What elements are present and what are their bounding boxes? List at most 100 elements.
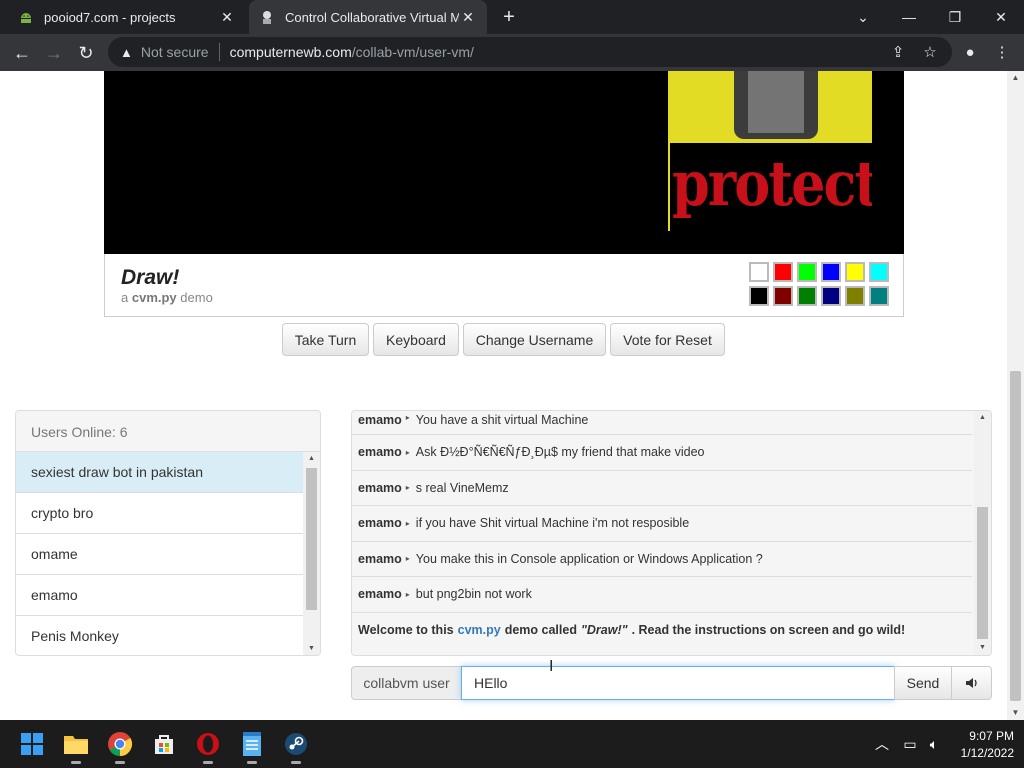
chat-text: Ask Đ½Đ°Ñ€Ñ€ÑƒĐ¸Đµ$ my friend that make … xyxy=(415,445,705,460)
text-cursor-icon: I xyxy=(549,658,554,675)
chat-message: emamo ▸ You have a shit virtual Machine xyxy=(352,411,972,435)
scroll-down-arrow-icon[interactable]: ▼ xyxy=(1007,706,1024,720)
volume-icon[interactable] xyxy=(951,666,992,700)
page-scrollbar[interactable]: ▲ ▼ xyxy=(1007,71,1024,720)
file-explorer-icon[interactable] xyxy=(62,730,90,764)
color-swatch[interactable] xyxy=(821,262,841,282)
vm-display[interactable]: protection xyxy=(104,71,904,254)
color-swatch[interactable] xyxy=(869,286,889,306)
scroll-up-arrow-icon[interactable]: ▲ xyxy=(1007,71,1024,85)
chat-text: s real VineMemz xyxy=(415,480,509,495)
restore-button[interactable]: ❐ xyxy=(932,0,978,34)
scroll-down-arrow-icon[interactable]: ▼ xyxy=(303,642,320,655)
tab-collabvm[interactable]: Control Collaborative Virtual Machine ✕ xyxy=(249,0,487,34)
user-list-item[interactable]: Penis Monkey xyxy=(16,616,304,655)
new-tab-button[interactable]: + xyxy=(498,6,520,28)
welcome-post: . Read the instructions on screen and go… xyxy=(631,623,906,638)
scroll-up-arrow-icon[interactable]: ▲ xyxy=(974,411,991,425)
users-online-panel: Users Online: 6 sexiest draw bot in paki… xyxy=(15,410,321,656)
share-icon[interactable]: ⇪ xyxy=(888,42,908,62)
close-icon[interactable]: ✕ xyxy=(218,8,236,26)
tray-chevron-icon[interactable]: ︿ xyxy=(872,734,892,754)
chat-text: but png2bin not work xyxy=(415,587,532,602)
subtitle-prefix: a xyxy=(121,290,129,305)
minimize-button[interactable]: — xyxy=(886,0,932,34)
scrollbar-thumb[interactable] xyxy=(306,468,317,610)
draw-subtitle: a cvm.py demo xyxy=(121,290,213,305)
browser-tab-strip: pooiod7.com - projects ✕ Control Collabo… xyxy=(0,0,1024,34)
reload-icon[interactable]: ↻ xyxy=(72,39,100,67)
color-palette xyxy=(749,262,891,306)
keyboard-button[interactable]: Keyboard xyxy=(373,323,459,356)
tab-pooiod7[interactable]: pooiod7.com - projects ✕ xyxy=(8,0,246,34)
user-list-item[interactable]: sexiest draw bot in pakistan xyxy=(16,452,304,493)
forward-icon[interactable]: → xyxy=(40,39,68,67)
scroll-down-arrow-icon[interactable]: ▼ xyxy=(974,641,991,655)
caret-right-icon: ▸ xyxy=(405,589,410,599)
change-username-button[interactable]: Change Username xyxy=(463,323,606,356)
chat-text: You have a shit virtual Machine xyxy=(415,413,589,427)
store-icon[interactable] xyxy=(150,730,178,758)
color-swatch[interactable] xyxy=(773,286,793,306)
url-host: computernewb.com xyxy=(229,44,352,60)
color-swatch[interactable] xyxy=(845,286,865,306)
users-scrollbar[interactable]: ▲ ▼ xyxy=(303,452,320,655)
chat-message: emamo ▸ s real VineMemz xyxy=(352,471,972,506)
back-icon[interactable]: ← xyxy=(8,39,36,67)
color-swatch[interactable] xyxy=(797,262,817,282)
chat-input[interactable] xyxy=(461,666,895,700)
chat-username: emamo xyxy=(358,516,402,531)
caret-right-icon: ▸ xyxy=(405,413,410,422)
chat-text: if you have Shit virtual Machine i'm not… xyxy=(415,516,690,531)
notepad-icon[interactable] xyxy=(238,730,266,764)
color-swatch[interactable] xyxy=(749,262,769,282)
welcome-message: Welcome to this cvm.py demo called "Draw… xyxy=(352,613,972,649)
menu-kebab-icon[interactable]: ⋮ xyxy=(992,42,1012,62)
color-swatch[interactable] xyxy=(797,286,817,306)
art-figure-highlight xyxy=(748,71,804,133)
steam-icon[interactable] xyxy=(282,730,310,764)
chat-message: emamo ▸ Ask Đ½Đ°Ñ€Ñ€ÑƒĐ¸Đµ$ my friend that… xyxy=(352,435,972,471)
user-list-item[interactable]: emamo xyxy=(16,575,304,616)
user-list-item[interactable]: crypto bro xyxy=(16,493,304,534)
send-button[interactable]: Send xyxy=(894,666,952,700)
network-icon[interactable]: ▭ xyxy=(900,734,920,754)
chat-scrollbar[interactable]: ▲ ▼ xyxy=(974,411,991,655)
chat-username: emamo xyxy=(358,480,402,495)
color-swatch[interactable] xyxy=(869,262,889,282)
chat-text: You make this in Console application or … xyxy=(415,551,763,566)
clock-date: 1/12/2022 xyxy=(960,746,1014,760)
scrollbar-thumb[interactable] xyxy=(1010,371,1021,701)
color-swatch[interactable] xyxy=(845,262,865,282)
tab-search-icon[interactable]: ⌄ xyxy=(840,0,886,34)
welcome-pre: Welcome to this xyxy=(358,623,454,638)
users-online-header: Users Online: 6 xyxy=(16,411,320,452)
close-icon[interactable]: ✕ xyxy=(459,8,477,26)
bookmark-star-icon[interactable]: ☆ xyxy=(920,42,940,62)
color-swatch[interactable] xyxy=(821,286,841,306)
color-swatch[interactable] xyxy=(749,286,769,306)
scrollbar-thumb[interactable] xyxy=(977,507,988,639)
windows-start-icon[interactable] xyxy=(18,730,46,758)
vote-reset-button[interactable]: Vote for Reset xyxy=(610,323,725,356)
chat-message: emamo ▸ You make this in Console applicati… xyxy=(352,542,972,577)
chrome-icon[interactable] xyxy=(106,730,134,764)
opera-icon[interactable] xyxy=(194,730,222,764)
chat-panel: emamo ▸ You have a shit virtual Machine em… xyxy=(351,410,992,656)
android-icon xyxy=(18,9,34,25)
take-turn-button[interactable]: Take Turn xyxy=(282,323,369,356)
cvm-link[interactable]: cvm.py xyxy=(458,623,501,637)
scroll-up-arrow-icon[interactable]: ▲ xyxy=(303,452,320,466)
window-close-button[interactable]: ✕ xyxy=(978,0,1024,34)
chat-username: emamo xyxy=(358,445,402,460)
user-list-item[interactable]: omame xyxy=(16,534,304,575)
profile-icon[interactable]: ● xyxy=(960,42,980,62)
art-text: protection xyxy=(670,143,872,231)
windows-taskbar: ︿ ▭ 🔈︎ 9:07 PM 1/12/2022 xyxy=(0,720,1024,768)
chat-username: emamo xyxy=(358,413,402,427)
color-swatch[interactable] xyxy=(773,262,793,282)
address-bar[interactable]: ▲ Not secure computernewb.com/collab-vm/… xyxy=(108,37,952,67)
divider xyxy=(218,43,220,61)
speaker-icon[interactable]: 🔈︎ xyxy=(924,734,944,754)
system-clock[interactable]: 9:07 PM 1/12/2022 xyxy=(952,728,1014,762)
